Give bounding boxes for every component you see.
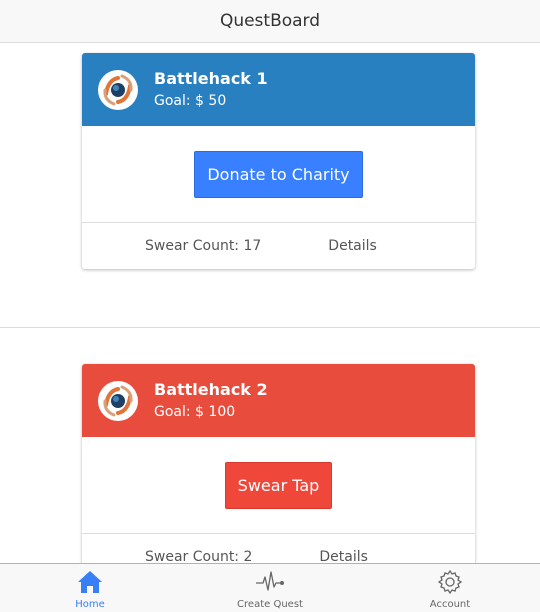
app-title: QuestBoard bbox=[219, 11, 321, 31]
quest-card: Battlehack 1 Goal: $ 50 Donate to Charit… bbox=[82, 53, 475, 269]
pulse-icon bbox=[255, 568, 285, 596]
quest-card-header[interactable]: Battlehack 1 Goal: $ 50 bbox=[82, 53, 475, 126]
quest-card-header[interactable]: Battlehack 2 Goal: $ 100 bbox=[82, 364, 475, 437]
tab-account[interactable]: Account bbox=[360, 564, 540, 612]
quest-avatar bbox=[98, 69, 138, 110]
home-icon bbox=[77, 568, 103, 596]
quest-avatar bbox=[98, 380, 138, 421]
quest-card-footer: Swear Count: 17 Details bbox=[82, 222, 475, 269]
tab-create-quest[interactable]: Create Quest bbox=[180, 564, 360, 612]
quest-card-body: Donate to Charity bbox=[82, 126, 475, 222]
charity-logo-icon bbox=[99, 381, 137, 420]
quest-card: Battlehack 2 Goal: $ 100 Swear Tap Swear… bbox=[82, 364, 475, 563]
tab-home-label: Home bbox=[75, 599, 105, 610]
quest-goal: Goal: $ 100 bbox=[154, 403, 236, 420]
swear-count: Swear Count: 17 bbox=[145, 238, 262, 254]
quest-title: Battlehack 2 bbox=[154, 379, 268, 399]
swear-count: Swear Count: 2 bbox=[145, 549, 253, 563]
charity-logo-icon bbox=[99, 70, 137, 109]
quest-card-footer: Swear Count: 2 Details bbox=[82, 533, 475, 563]
tab-create-quest-label: Create Quest bbox=[237, 599, 303, 610]
donate-to-charity-button[interactable]: Donate to Charity bbox=[194, 150, 363, 198]
quest-list[interactable]: Battlehack 1 Goal: $ 50 Donate to Charit… bbox=[0, 43, 540, 563]
tab-bar: Home Create Quest Account bbox=[0, 563, 540, 612]
details-link[interactable]: Details bbox=[319, 549, 368, 563]
gear-icon bbox=[437, 568, 463, 596]
quest-goal: Goal: $ 50 bbox=[154, 92, 227, 109]
tab-home[interactable]: Home bbox=[0, 564, 180, 612]
list-divider bbox=[0, 327, 540, 328]
details-link[interactable]: Details bbox=[328, 238, 377, 254]
app-header: QuestBoard bbox=[0, 0, 540, 43]
quest-title: Battlehack 1 bbox=[154, 68, 268, 88]
quest-card-body: Swear Tap bbox=[82, 437, 475, 533]
swear-tap-button[interactable]: Swear Tap bbox=[224, 461, 333, 509]
tab-account-label: Account bbox=[429, 599, 471, 610]
